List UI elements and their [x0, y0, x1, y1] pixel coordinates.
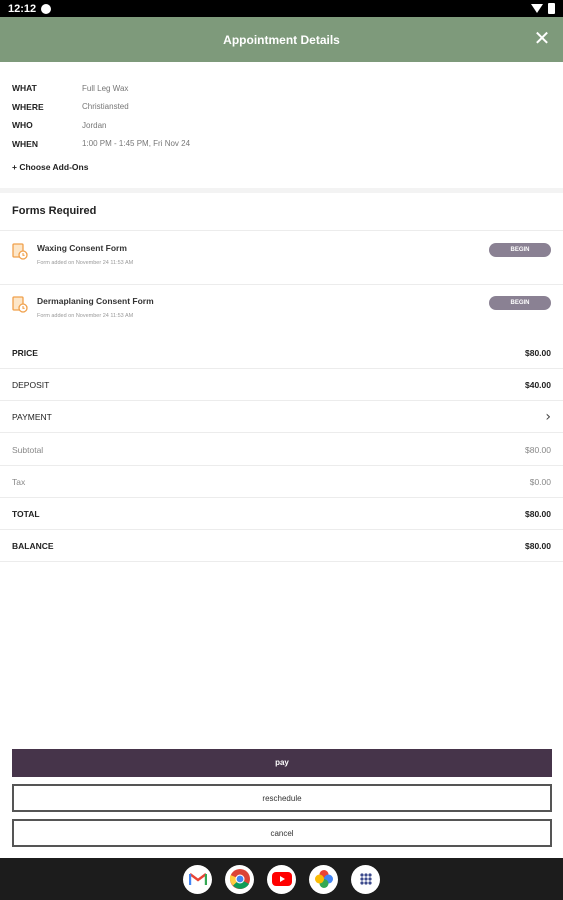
section-divider: [0, 188, 563, 193]
price-row: PRICE $80.00: [0, 337, 563, 369]
deposit-value: $40.00: [525, 380, 551, 390]
form-added-date: Form added on November 24 11:53 AM: [37, 313, 134, 319]
status-icons: [531, 3, 555, 14]
deposit-row: DEPOSIT $40.00: [0, 369, 563, 401]
divider: [0, 230, 563, 231]
photos-icon[interactable]: [309, 864, 338, 894]
tax-value: $0.00: [529, 477, 551, 487]
detail-row-where: WHERE Christiansted: [12, 98, 552, 117]
form-item-dermaplaning[interactable]: Dermaplaning Consent Form Form added on …: [0, 286, 563, 336]
status-time: 12:12: [8, 2, 37, 15]
detail-value: 1:00 PM - 1:45 PM, Fri Nov 24: [82, 139, 191, 149]
price-value: $80.00: [525, 348, 551, 358]
form-document-icon: [12, 296, 28, 313]
detail-label: WHO: [12, 120, 33, 131]
detail-label: WHERE: [12, 101, 44, 112]
price-label: PRICE: [12, 348, 38, 358]
balance-label: BALANCE: [12, 541, 54, 551]
detail-value: Jordan: [82, 120, 107, 130]
detail-label: WHEN: [12, 138, 38, 149]
status-bar: 12:12: [0, 0, 563, 17]
reschedule-button[interactable]: reschedule: [12, 784, 552, 812]
payment-label: PAYMENT: [12, 412, 52, 422]
chrome-icon[interactable]: [225, 864, 254, 894]
detail-value: Full Leg Wax: [82, 83, 129, 93]
pay-button[interactable]: pay: [12, 749, 552, 777]
detail-row-when: WHEN 1:00 PM - 1:45 PM, Fri Nov 24: [12, 135, 552, 154]
appointment-details: WHAT Full Leg Wax WHERE Christiansted WH…: [12, 79, 552, 153]
cancel-button[interactable]: cancel: [12, 819, 552, 847]
detail-value: Christiansted: [82, 102, 129, 112]
battery-icon: [548, 3, 555, 14]
divider: [0, 284, 563, 285]
close-icon[interactable]: ✕: [531, 28, 553, 50]
begin-form-button[interactable]: BEGIN: [489, 296, 551, 310]
gmail-icon[interactable]: [183, 864, 212, 894]
detail-row-who: WHO Jordan: [12, 116, 552, 135]
detail-row-what: WHAT Full Leg Wax: [12, 79, 552, 98]
detail-label: WHAT: [12, 83, 37, 94]
payment-row[interactable]: PAYMENT ›: [0, 401, 563, 433]
tax-row: Tax $0.00: [0, 466, 563, 498]
balance-value: $80.00: [525, 541, 551, 551]
youtube-icon[interactable]: [267, 864, 296, 894]
balance-row: BALANCE $80.00: [0, 530, 563, 562]
form-item-waxing[interactable]: Waxing Consent Form Form added on Novemb…: [0, 233, 563, 283]
total-label: TOTAL: [12, 509, 40, 519]
subtotal-row: Subtotal $80.00: [0, 434, 563, 466]
total-value: $80.00: [525, 509, 551, 519]
subtotal-label: Subtotal: [12, 445, 44, 455]
app-drawer-icon[interactable]: [351, 864, 380, 894]
page-title: Appointment Details: [223, 32, 340, 47]
notification-icon: [41, 3, 52, 14]
app-dock: [0, 858, 563, 900]
choose-addons-link[interactable]: + Choose Add-Ons: [12, 162, 88, 172]
form-added-date: Form added on November 24 11:53 AM: [37, 260, 134, 266]
app-header: Appointment Details ✕: [0, 17, 563, 62]
chevron-right-icon[interactable]: ›: [545, 409, 551, 425]
tax-label: Tax: [12, 477, 26, 487]
subtotal-value: $80.00: [525, 445, 551, 455]
total-row: TOTAL $80.00: [0, 498, 563, 530]
wifi-icon: [531, 4, 543, 13]
begin-form-button[interactable]: BEGIN: [489, 243, 551, 257]
form-name: Dermaplaning Consent Form: [37, 296, 154, 306]
form-document-icon: [12, 243, 28, 260]
form-name: Waxing Consent Form: [37, 243, 127, 253]
deposit-label: DEPOSIT: [12, 380, 50, 390]
forms-section-title: Forms Required: [12, 205, 97, 217]
